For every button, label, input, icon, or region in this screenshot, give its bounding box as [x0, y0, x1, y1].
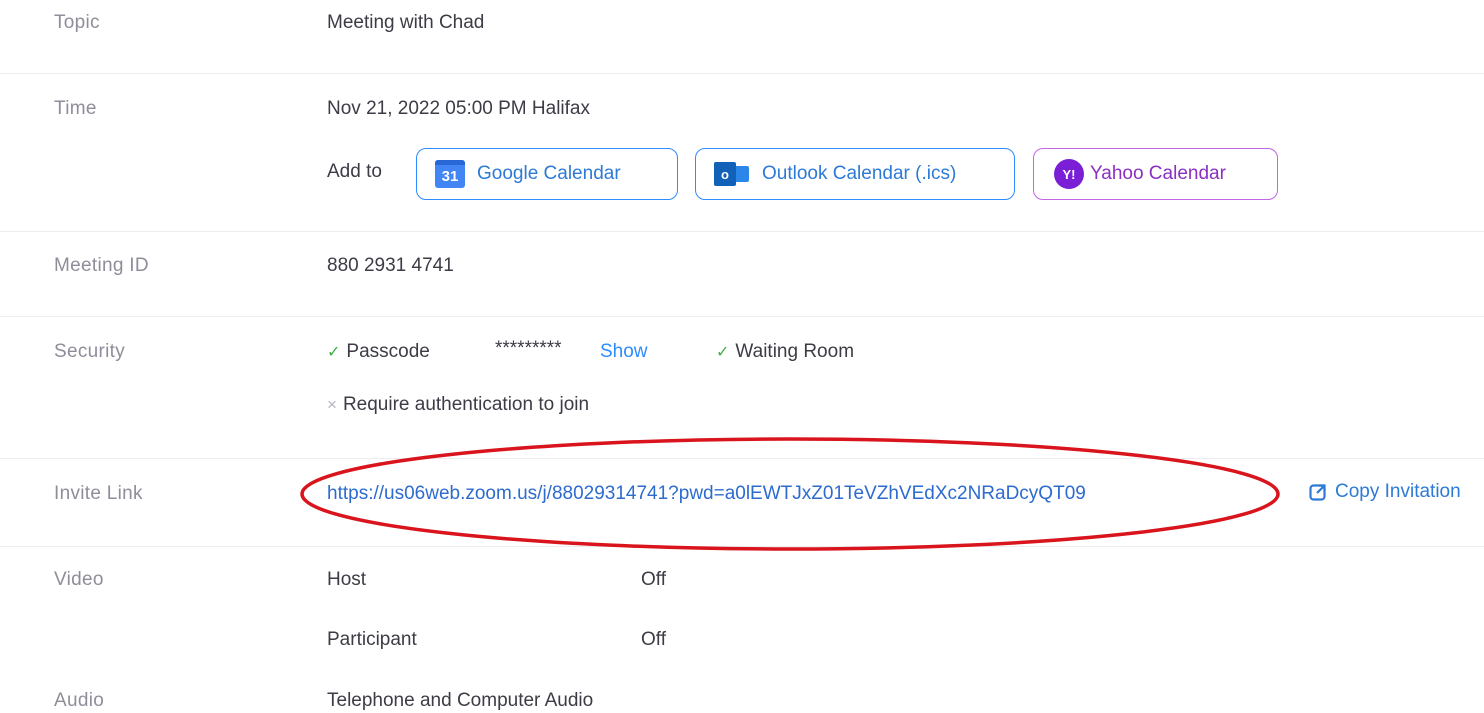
invite-link-url[interactable]: https://us06web.zoom.us/j/88029314741?pw…	[327, 483, 1086, 505]
show-passcode-link[interactable]: Show	[600, 341, 648, 363]
share-icon	[1309, 484, 1326, 501]
time-value: Nov 21, 2022 05:00 PM Halifax	[327, 98, 590, 119]
passcode-masked: *********	[495, 338, 562, 359]
yahoo-icon: Y!	[1054, 159, 1084, 189]
copy-invitation-button[interactable]: Copy Invitation	[1309, 481, 1461, 503]
security-label: Security	[54, 341, 126, 362]
divider	[0, 458, 1484, 459]
meeting-id-value: 880 2931 4741	[327, 255, 454, 276]
check-icon: ✓	[327, 344, 341, 361]
yahoo-calendar-label: Yahoo Calendar	[1090, 163, 1226, 184]
meeting-id-label: Meeting ID	[54, 255, 149, 276]
outlook-icon: o	[714, 160, 750, 188]
topic-value: Meeting with Chad	[327, 12, 485, 33]
invite-link-label: Invite Link	[54, 483, 143, 504]
divider	[0, 546, 1484, 547]
google-calendar-button[interactable]: 31 Google Calendar	[416, 148, 678, 200]
passcode-status: ✓ Passcode	[327, 341, 430, 363]
participant-video-value: Off	[641, 629, 666, 650]
divider	[0, 231, 1484, 232]
google-calendar-label: Google Calendar	[477, 163, 621, 184]
authentication-label: Require authentication to join	[342, 394, 590, 415]
check-icon: ✓	[716, 344, 730, 361]
time-label: Time	[54, 98, 97, 119]
audio-label: Audio	[54, 690, 105, 711]
divider	[0, 73, 1484, 74]
passcode-label: Passcode	[346, 341, 430, 362]
outlook-calendar-label: Outlook Calendar (.ics)	[762, 163, 957, 184]
cross-icon: ×	[327, 395, 337, 414]
add-to-label: Add to	[327, 161, 382, 182]
waiting-room-label: Waiting Room	[735, 341, 855, 362]
host-label: Host	[327, 569, 367, 590]
waiting-room-status: ✓ Waiting Room	[716, 341, 854, 363]
divider	[0, 316, 1484, 317]
yahoo-calendar-button[interactable]: Y! Yahoo Calendar	[1033, 148, 1278, 200]
audio-value: Telephone and Computer Audio	[327, 690, 594, 711]
video-label: Video	[54, 569, 104, 590]
participant-label: Participant	[327, 629, 417, 650]
topic-label: Topic	[54, 12, 100, 33]
host-video-value: Off	[641, 569, 666, 590]
authentication-status: × Require authentication to join	[327, 394, 589, 416]
copy-invitation-label: Copy Invitation	[1335, 481, 1461, 502]
outlook-calendar-button[interactable]: o Outlook Calendar (.ics)	[695, 148, 1015, 200]
google-calendar-icon: 31	[435, 160, 465, 188]
